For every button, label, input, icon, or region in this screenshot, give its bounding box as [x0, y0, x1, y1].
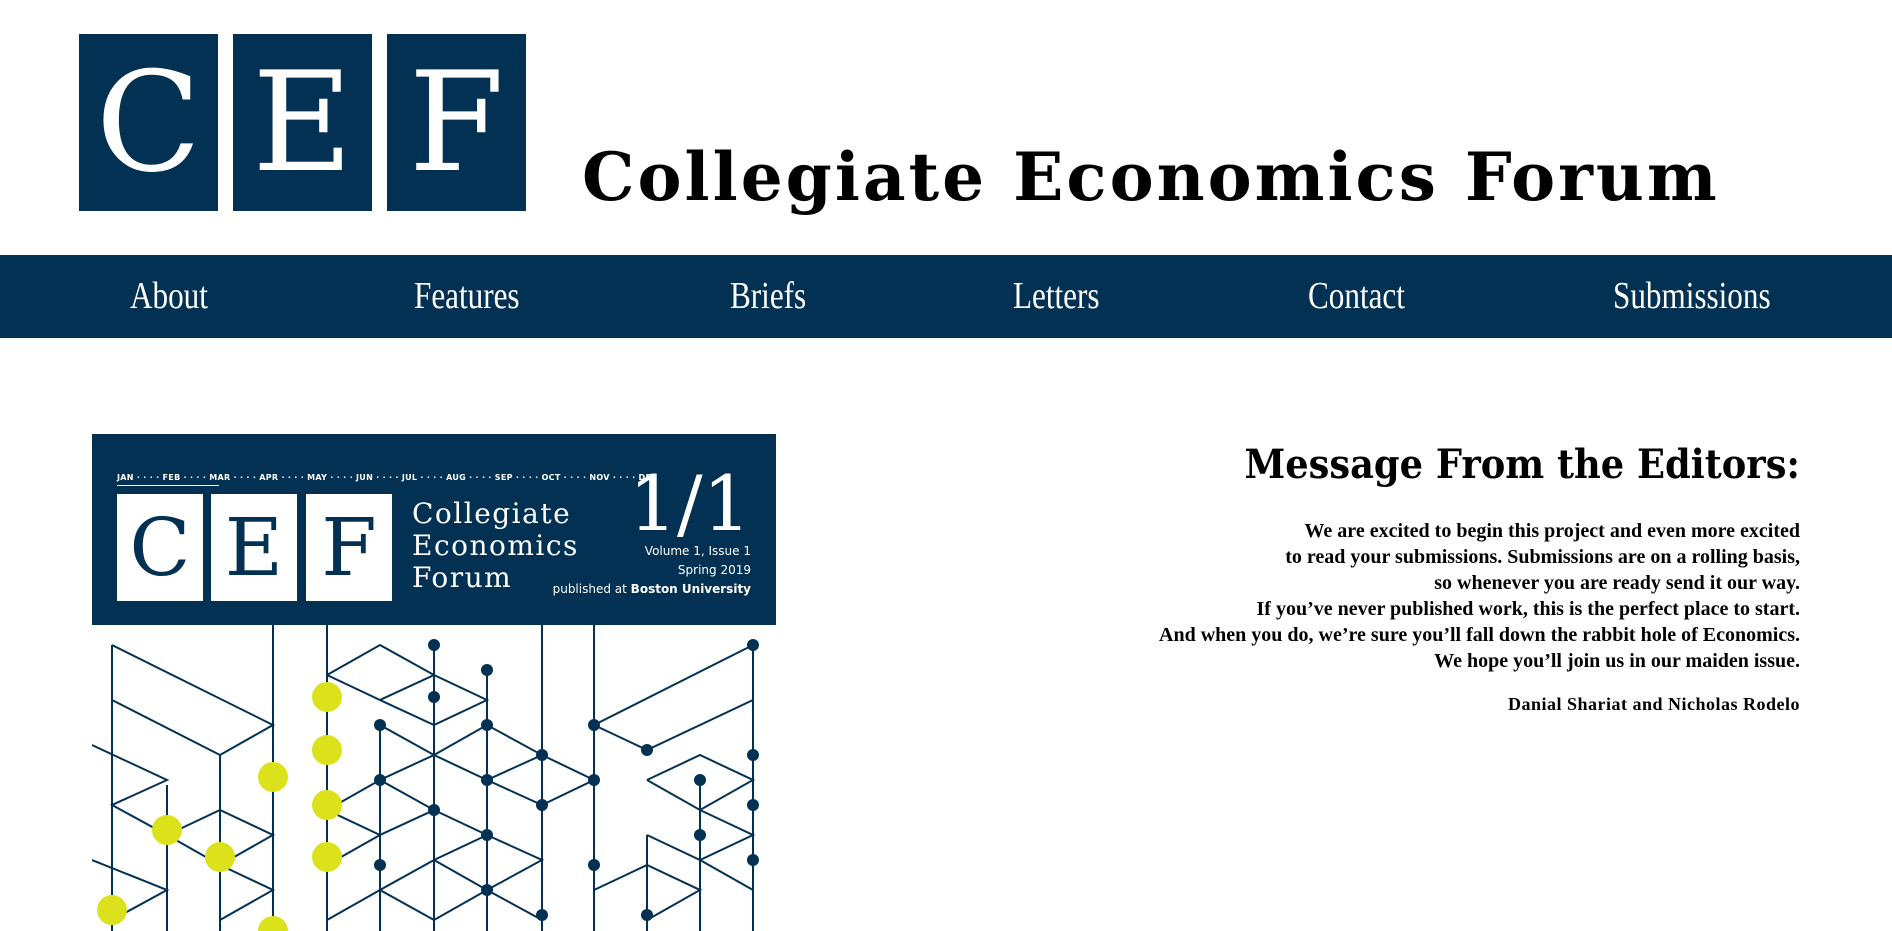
cover-network-graphic: [92, 625, 759, 931]
nav-about[interactable]: About: [130, 255, 208, 338]
message-signature: Danial Shariat and Nicholas Rodelo: [1507, 694, 1800, 714]
cover-published: published at Boston University: [553, 580, 751, 599]
message-line: to read your submissions. Submissions ar…: [1285, 546, 1800, 568]
message-line: If you’ve never published work, this is …: [1256, 598, 1800, 620]
message-line: We are excited to begin this project and…: [1304, 520, 1800, 542]
cover-published-place: Boston University: [630, 582, 751, 596]
nav-submissions[interactable]: Submissions: [1613, 255, 1771, 338]
logo-letter-f[interactable]: F: [387, 34, 526, 211]
message-body: We are excited to begin this project and…: [1040, 518, 1800, 674]
editors-message: Message From the Editors: We are excited…: [1040, 436, 1800, 715]
nav-briefs[interactable]: Briefs: [730, 255, 806, 338]
cover-month-underline: [117, 485, 219, 486]
cover-issue-number: 1/1: [628, 459, 751, 548]
cover-header: JAN · · · · FEB · · · · MAR · · · · APR …: [92, 434, 776, 625]
cover-meta: Volume 1, Issue 1 Spring 2019 published …: [553, 542, 751, 599]
message-line: We hope you’ll join us in our maiden iss…: [1434, 650, 1800, 672]
nav-features[interactable]: Features: [414, 255, 520, 338]
nav-letters[interactable]: Letters: [1013, 255, 1100, 338]
cover-logo-letter-f: F: [306, 494, 392, 601]
site-title: Collegiate Economics Forum: [582, 138, 1720, 216]
logo-letter-c[interactable]: C: [79, 34, 218, 211]
nav-contact[interactable]: Contact: [1308, 255, 1405, 338]
cover-volume: Volume 1, Issue 1: [644, 544, 751, 558]
message-line: And when you do, we’re sure you’ll fall …: [1159, 624, 1800, 646]
cover-published-prefix: published at: [552, 582, 627, 596]
magazine-cover-image: JAN · · · · FEB · · · · MAR · · · · APR …: [92, 434, 776, 931]
cover-title-line: Collegiate: [412, 497, 572, 530]
cover-logo-letter-c: C: [117, 494, 203, 601]
main-nav: About Features Briefs Letters Contact Su…: [0, 255, 1892, 338]
cover-season: Spring 2019: [677, 563, 751, 577]
site-header: C E F Collegiate Economics Forum: [0, 0, 1892, 255]
message-line: so whenever you are ready send it our wa…: [1434, 572, 1800, 594]
message-heading: Message From the Editors:: [1244, 441, 1800, 488]
logo-letter-e[interactable]: E: [233, 34, 372, 211]
cover-month-strip: JAN · · · · FEB · · · · MAR · · · · APR …: [117, 473, 658, 482]
cover-logo-letter-e: E: [211, 494, 297, 601]
